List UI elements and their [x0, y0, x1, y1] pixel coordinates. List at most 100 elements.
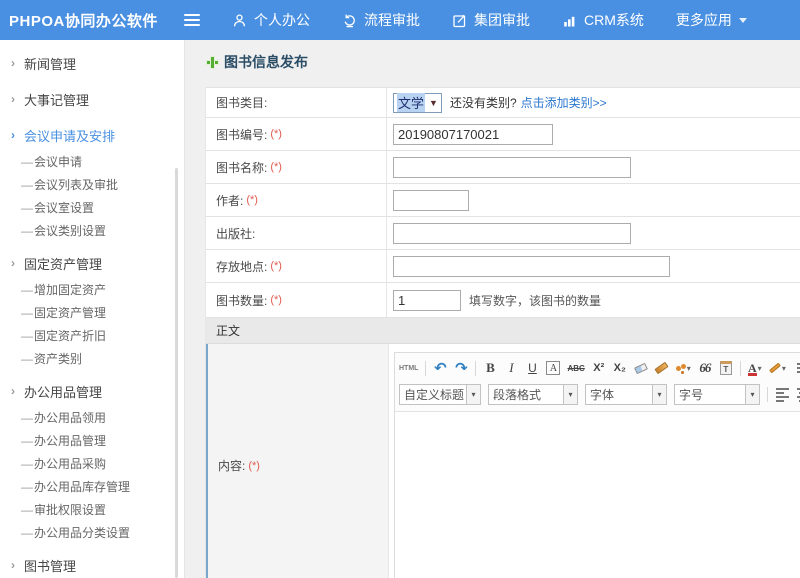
font-size-select[interactable]: 字号▾	[674, 384, 760, 405]
sidebar-item-book-management[interactable]: ›图书管理	[0, 550, 184, 578]
nav-process-approval[interactable]: 流程审批	[342, 10, 420, 30]
pen-icon	[769, 363, 781, 374]
sidebar-item-label: 会议列表及审批	[34, 176, 118, 193]
sidebar-item-office-supplies-claim[interactable]: —办公用品领用	[0, 406, 184, 429]
row-book-number: 图书编号:(*)	[206, 118, 800, 151]
sidebar-item-office-supplies-purchase[interactable]: —办公用品采购	[0, 452, 184, 475]
nav-crm-system[interactable]: CRM系统	[562, 10, 644, 30]
sidebar-item-office-supplies-manage[interactable]: —办公用品管理	[0, 429, 184, 452]
required-marker: (*)	[246, 194, 258, 206]
eraser-button[interactable]	[634, 359, 648, 377]
sidebar-item-office-supplies-category-settings[interactable]: —办公用品分类设置	[0, 521, 184, 544]
required-marker: (*)	[270, 294, 282, 306]
sidebar-item-fixed-assets-management[interactable]: ›固定资产管理	[0, 248, 184, 278]
toolbar-separator	[425, 361, 426, 376]
hamburger-menu-icon[interactable]	[184, 14, 200, 26]
page-title-text: 图书信息发布	[224, 52, 308, 72]
redo-button[interactable]: ↷	[454, 359, 468, 377]
publisher-input[interactable]	[393, 223, 631, 244]
dash-icon: —	[21, 329, 34, 343]
nav-more-apps[interactable]: 更多应用	[676, 10, 747, 30]
sidebar-item-fixed-assets-manage[interactable]: —固定资产管理	[0, 301, 184, 324]
sidebar-item-news-management[interactable]: ›新闻管理	[0, 48, 184, 78]
font-family-select[interactable]: 字体▾	[585, 384, 667, 405]
nav-personal-office[interactable]: 个人办公	[232, 10, 310, 30]
book-number-input[interactable]	[393, 124, 553, 145]
dash-icon: —	[21, 201, 34, 215]
toolbar-separator	[740, 361, 741, 376]
category-select[interactable]: 文学 ▼	[393, 93, 442, 113]
editor-toolbar: HTML ↶ ↷ B I U A ABC X²	[395, 353, 800, 412]
bold-button[interactable]: B	[483, 359, 497, 377]
undo-button[interactable]: ↶	[433, 359, 447, 377]
sidebar-item-label: 固定资产管理	[24, 254, 102, 273]
nav-group-approval[interactable]: 集团审批	[452, 10, 530, 30]
custom-heading-select[interactable]: 自定义标题▾	[399, 384, 481, 405]
dash-icon: —	[21, 411, 34, 425]
chevron-down-icon: ▾	[758, 364, 762, 373]
nav-label: 个人办公	[254, 10, 310, 30]
sidebar-item-label: 会议申请及安排	[24, 126, 115, 145]
sidebar-item-memorabilia-management[interactable]: ›大事记管理	[0, 84, 184, 114]
edit-document-icon	[452, 13, 467, 28]
align-center-button[interactable]	[796, 386, 800, 404]
sidebar-item-label: 办公用品采购	[34, 455, 106, 472]
highlight-color-button[interactable]: ▾	[769, 359, 786, 377]
sidebar-item-meeting-apply-arrange[interactable]: ›会议申请及安排	[0, 120, 184, 150]
sidebar-item-asset-category[interactable]: —资产类别	[0, 347, 184, 370]
sidebar-item-fixed-assets-depreciation[interactable]: —固定资产折旧	[0, 324, 184, 347]
chevron-down-icon	[739, 18, 747, 23]
sidebar-item-approval-permission-settings[interactable]: —审批权限设置	[0, 498, 184, 521]
row-location: 存放地点:(*)	[206, 250, 800, 283]
location-input[interactable]	[393, 256, 670, 277]
ordered-list-icon	[793, 363, 800, 373]
page-title: 图书信息发布	[205, 52, 800, 72]
field-label: 存放地点:	[216, 258, 267, 275]
font-border-button[interactable]: A	[546, 361, 560, 375]
sidebar-item-meeting-category-settings[interactable]: —会议类别设置	[0, 219, 184, 242]
add-category-link[interactable]: 点击添加类别>>	[521, 94, 607, 111]
subscript-button[interactable]: X₂	[613, 359, 627, 377]
paragraph-format-select[interactable]: 段落格式▾	[488, 384, 578, 405]
category-selected-value: 文学	[397, 93, 425, 112]
sidebar-item-meeting-room-settings[interactable]: —会议室设置	[0, 196, 184, 219]
quantity-input[interactable]	[393, 290, 461, 311]
font-color-icon: A	[748, 361, 757, 376]
align-left-button[interactable]	[775, 386, 789, 404]
paste-plain-button[interactable]: T	[719, 359, 733, 377]
strikethrough-button[interactable]: ABC	[567, 359, 584, 377]
author-input[interactable]	[393, 190, 469, 211]
sidebar-item-label: 新闻管理	[24, 54, 76, 73]
required-marker: (*)	[248, 460, 260, 472]
select-label: 段落格式	[488, 384, 564, 405]
sidebar-item-label: 固定资产管理	[34, 304, 106, 321]
auto-typeset-button[interactable]: ▾	[676, 359, 691, 377]
editor-toolbar-row1: HTML ↶ ↷ B I U A ABC X²	[399, 356, 800, 380]
top-nav-menu: 个人办公 流程审批 集团审批 CRM系统 更多应用	[232, 10, 747, 30]
sidebar-item-meeting-list-approval[interactable]: —会议列表及审批	[0, 173, 184, 196]
field-label: 作者:	[216, 192, 243, 209]
book-name-input[interactable]	[393, 157, 631, 178]
underline-button[interactable]: U	[525, 359, 539, 377]
bar-chart-icon	[562, 13, 577, 28]
sidebar-item-office-supplies-inventory[interactable]: —办公用品库存管理	[0, 475, 184, 498]
ordered-list-button[interactable]: ▾	[793, 359, 800, 377]
app-logo: PHPOA协同办公软件	[0, 10, 172, 31]
dash-icon: —	[21, 480, 34, 494]
dash-icon: —	[21, 178, 34, 192]
sidebar-item-label: 办公用品分类设置	[34, 524, 130, 541]
dash-icon: —	[21, 155, 34, 169]
sidebar-item-meeting-apply[interactable]: —会议申请	[0, 150, 184, 173]
blockquote-button[interactable]: 66	[698, 359, 712, 377]
font-color-button[interactable]: A▾	[748, 359, 762, 377]
sidebar-scrollbar[interactable]	[175, 168, 178, 578]
chevron-down-icon: ▾	[467, 384, 481, 405]
sidebar-item-office-supplies-management[interactable]: ›办公用品管理	[0, 376, 184, 406]
italic-button[interactable]: I	[504, 359, 518, 377]
sidebar-item-add-fixed-asset[interactable]: —增加固定资产	[0, 278, 184, 301]
format-brush-button[interactable]	[655, 359, 669, 377]
editor-content-area[interactable]	[395, 412, 800, 578]
superscript-button[interactable]: X²	[592, 359, 606, 377]
html-source-button[interactable]: HTML	[399, 359, 418, 377]
sidebar-item-label: 办公用品管理	[34, 432, 106, 449]
